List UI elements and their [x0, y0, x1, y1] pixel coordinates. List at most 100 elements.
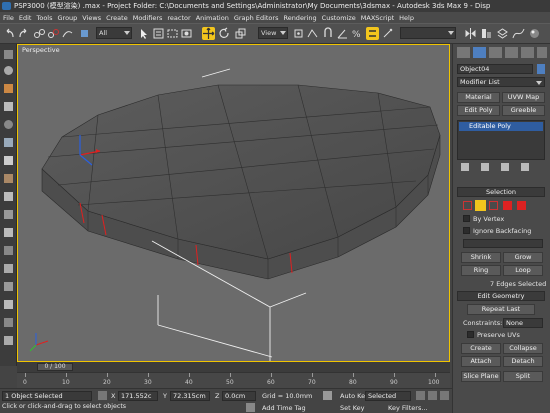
- select-by-name-icon[interactable]: [152, 27, 165, 40]
- strip-tool-icon[interactable]: [4, 156, 13, 165]
- go-to-end-icon[interactable]: [440, 391, 449, 400]
- strip-tool-icon[interactable]: [4, 120, 13, 129]
- select-and-rotate-icon[interactable]: [218, 27, 231, 40]
- menu-tools[interactable]: Tools: [36, 14, 52, 22]
- strip-tool-icon[interactable]: [4, 228, 13, 237]
- strip-tool-icon[interactable]: [4, 138, 13, 147]
- menu-animation[interactable]: Animation: [196, 14, 229, 22]
- menu-rendering[interactable]: Rendering: [283, 14, 316, 22]
- pin-stack-icon[interactable]: [461, 163, 469, 171]
- select-and-move-icon[interactable]: [202, 27, 215, 40]
- rectangular-selection-icon[interactable]: [166, 27, 179, 40]
- bind-space-warp-icon[interactable]: [61, 27, 74, 40]
- strip-tool-icon[interactable]: [4, 246, 13, 255]
- perspective-viewport[interactable]: Perspective: [17, 44, 450, 362]
- object-name-field[interactable]: Object04: [457, 64, 533, 74]
- menu-group[interactable]: Group: [58, 14, 78, 22]
- repeat-last-button[interactable]: Repeat Last: [467, 304, 535, 315]
- split-button[interactable]: Split: [503, 371, 543, 382]
- greeble-button[interactable]: Greeble: [502, 105, 545, 116]
- strip-tool-icon[interactable]: [4, 210, 13, 219]
- collapse-button[interactable]: Collapse: [503, 343, 543, 354]
- menu-graph-editors[interactable]: Graph Editors: [234, 14, 279, 22]
- z-coord-field[interactable]: 0.0cm: [222, 391, 256, 401]
- attach-button[interactable]: Attach: [461, 356, 501, 367]
- strip-tool-icon[interactable]: [4, 318, 13, 327]
- align-icon[interactable]: [480, 27, 493, 40]
- selection-lock-icon[interactable]: [98, 391, 107, 400]
- shrink-button[interactable]: Shrink: [461, 252, 501, 263]
- create-tab-icon[interactable]: [457, 47, 470, 58]
- show-end-result-icon[interactable]: [481, 163, 489, 171]
- window-crossing-icon[interactable]: [180, 27, 193, 40]
- strip-tool-icon[interactable]: [4, 300, 13, 309]
- y-coord-field[interactable]: 72.315cm: [170, 391, 210, 401]
- vertex-icon[interactable]: [463, 201, 472, 210]
- loop-button[interactable]: Loop: [503, 265, 543, 276]
- select-and-link-icon[interactable]: [33, 27, 46, 40]
- selection-filter-dropdown[interactable]: All: [96, 27, 132, 39]
- curve-editor-icon[interactable]: [512, 27, 525, 40]
- strip-tool-icon[interactable]: [4, 264, 13, 273]
- grow-button[interactable]: Grow: [503, 252, 543, 263]
- menu-customize[interactable]: Customize: [322, 14, 356, 22]
- modifier-stack[interactable]: Editable Poly: [457, 120, 545, 160]
- menu-create[interactable]: Create: [106, 14, 128, 22]
- key-filters-button[interactable]: Key Filters...: [388, 404, 428, 412]
- ring-button[interactable]: Ring: [461, 265, 501, 276]
- pivot-point-center-icon[interactable]: [292, 27, 305, 40]
- display-tab-icon[interactable]: [521, 47, 534, 58]
- border-icon[interactable]: [489, 201, 498, 210]
- ignore-backfacing-checkbox[interactable]: [463, 227, 470, 234]
- named-selection-dropdown[interactable]: [400, 27, 456, 39]
- menu-maxscript[interactable]: MAXScript: [361, 14, 394, 22]
- strip-tool-icon[interactable]: [4, 102, 13, 111]
- set-key-icon[interactable]: [323, 391, 332, 400]
- preserve-uvs-checkbox[interactable]: [467, 331, 474, 338]
- by-angle-spinner[interactable]: [463, 239, 543, 248]
- time-slider[interactable]: 0 / 100: [17, 362, 450, 372]
- make-unique-icon[interactable]: [501, 163, 509, 171]
- hierarchy-tab-icon[interactable]: [489, 47, 502, 58]
- select-object-icon[interactable]: [138, 27, 151, 40]
- modifier-list-dropdown[interactable]: Modifier List: [457, 77, 545, 87]
- slice-plane-button[interactable]: Slice Plane: [461, 371, 501, 382]
- spinner-snap-icon[interactable]: [366, 27, 379, 40]
- menu-modifiers[interactable]: Modifiers: [133, 14, 163, 22]
- redo-icon[interactable]: [17, 27, 30, 40]
- edit-poly-button[interactable]: Edit Poly: [457, 105, 500, 116]
- material-editor-icon[interactable]: [528, 27, 541, 40]
- utilities-tab-icon[interactable]: [537, 47, 547, 58]
- percent-snap-icon[interactable]: %: [350, 27, 363, 40]
- time-tag-key-icon[interactable]: [246, 403, 255, 412]
- stack-item-editable-poly[interactable]: Editable Poly: [459, 122, 543, 131]
- object-color-swatch[interactable]: [537, 64, 545, 74]
- menu-views[interactable]: Views: [82, 14, 101, 22]
- set-key-button[interactable]: Set Key: [340, 404, 365, 412]
- create-button[interactable]: Create: [461, 343, 501, 354]
- polygon-icon[interactable]: [503, 201, 512, 210]
- undo-icon[interactable]: [3, 27, 16, 40]
- time-slider-thumb[interactable]: 0 / 100: [37, 363, 73, 371]
- strip-tool-icon[interactable]: [4, 192, 13, 201]
- element-icon[interactable]: [517, 201, 526, 210]
- material-button[interactable]: Material: [457, 92, 500, 103]
- constraints-dropdown[interactable]: None: [503, 318, 543, 328]
- go-to-start-icon[interactable]: [416, 391, 425, 400]
- unlink-icon[interactable]: [47, 27, 60, 40]
- menu-file[interactable]: File: [3, 14, 14, 22]
- reference-coordinate-dropdown[interactable]: View: [258, 27, 288, 39]
- layer-manager-icon[interactable]: [496, 27, 509, 40]
- manipulate-icon[interactable]: [306, 27, 319, 40]
- key-mode-dropdown[interactable]: Selected: [365, 391, 411, 401]
- strip-tool-icon[interactable]: [4, 282, 13, 291]
- mirror-icon[interactable]: [464, 27, 477, 40]
- menu-edit[interactable]: Edit: [19, 14, 32, 22]
- selection-rollout[interactable]: Selection: [457, 187, 545, 197]
- play-icon[interactable]: [428, 391, 437, 400]
- strip-tool-icon[interactable]: [4, 84, 13, 93]
- add-time-tag-button[interactable]: Add Time Tag: [262, 404, 306, 412]
- edit-geometry-rollout[interactable]: Edit Geometry: [457, 291, 545, 301]
- edge-icon[interactable]: [475, 200, 486, 211]
- snaps-toggle-icon[interactable]: [322, 27, 335, 40]
